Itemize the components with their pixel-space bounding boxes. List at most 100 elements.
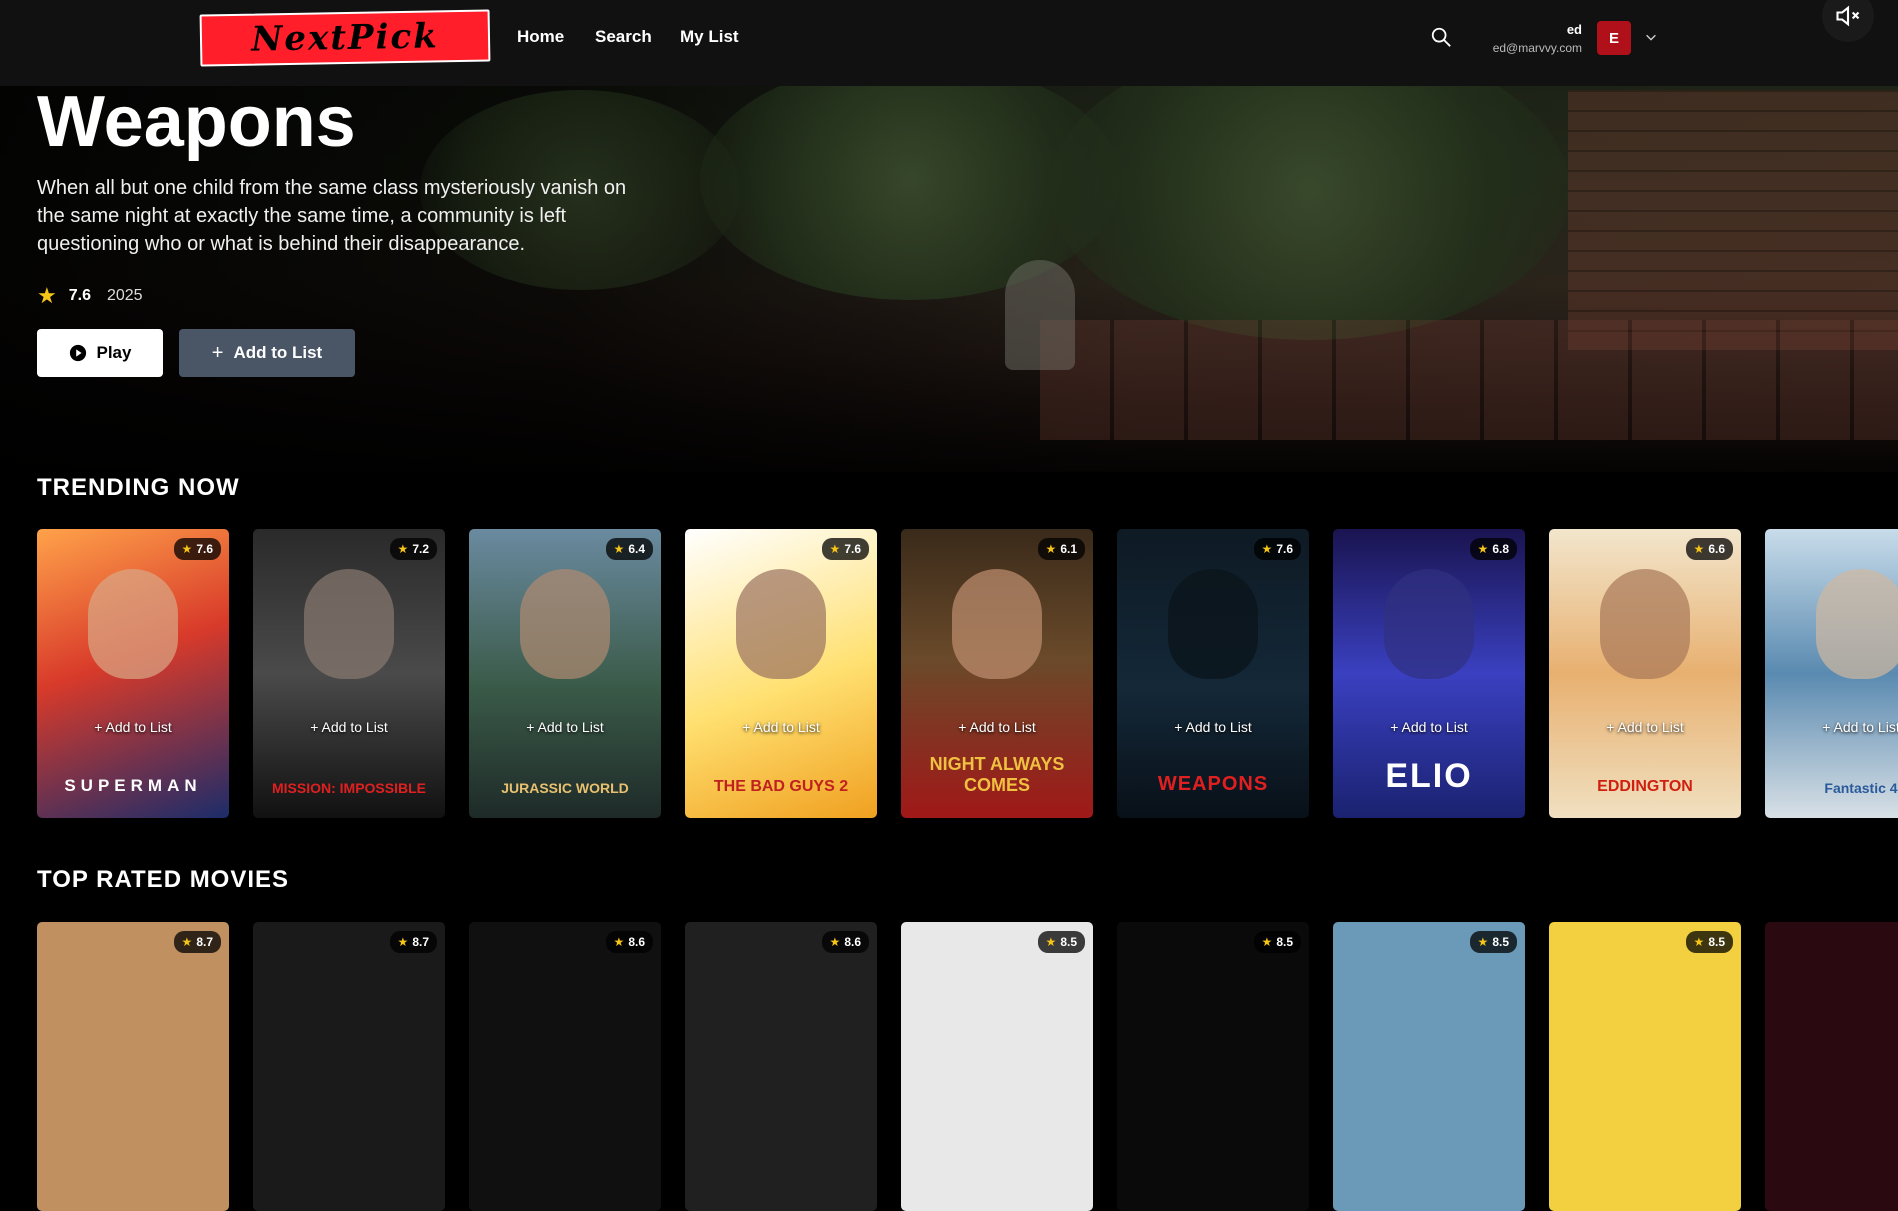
hero-rating: 7.6	[68, 287, 91, 304]
speaker-muted-icon	[1836, 5, 1860, 27]
rating-value: 8.6	[628, 935, 645, 949]
avatar[interactable]: E	[1597, 21, 1631, 55]
rating-value: 8.5	[1492, 935, 1509, 949]
play-label: Play	[96, 343, 132, 362]
star-icon: ★	[1261, 542, 1273, 556]
rating-badge: ★ 7.6	[173, 538, 221, 560]
poster-figure	[304, 569, 394, 679]
rating-badge: ★ 7.6	[821, 538, 869, 560]
rating-badge: ★ 8.5	[1253, 931, 1301, 953]
nav-home[interactable]: Home	[517, 27, 564, 47]
rating-badge: ★ 8.6	[821, 931, 869, 953]
top-rated-card[interactable]: ★ 8.6	[685, 922, 877, 1211]
top-rated-card[interactable]: ★ 8.5	[1333, 922, 1525, 1211]
movie-card[interactable]: NIGHT ALWAYS COMES + Add to List ★ 6.1	[901, 529, 1093, 818]
card-add-to-list[interactable]: + Add to List	[685, 719, 877, 735]
play-circle-icon	[69, 344, 86, 362]
top-rated-title: TOP RATED MOVIES	[37, 866, 290, 893]
star-icon: ★	[1693, 542, 1705, 556]
rating-badge: ★ 8.7	[173, 931, 221, 953]
rating-badge: ★ 8.5	[1685, 931, 1733, 953]
movie-card[interactable]: MISSION: IMPOSSIBLE + Add to List ★ 7.2	[253, 529, 445, 818]
hero-year: 2025	[106, 287, 143, 304]
nextpick-logo[interactable]: NextPick	[199, 9, 491, 67]
movie-card[interactable]: JURASSIC WORLD + Add to List ★ 6.4	[469, 529, 661, 818]
card-add-to-list[interactable]: + Add to List	[1765, 719, 1898, 735]
top-rated-card[interactable]: ★ 8.7	[253, 922, 445, 1211]
star-icon: ★	[613, 542, 625, 556]
card-add-to-list[interactable]: + Add to List	[469, 719, 661, 735]
rating-badge: ★ 6.1	[1037, 538, 1085, 560]
top-rated-card[interactable]: ★ 8.5	[901, 922, 1093, 1211]
top-rated-card[interactable]: ★ 8.5	[1549, 922, 1741, 1211]
hero-meta: ★ 7.6 2025	[37, 283, 143, 309]
movie-card[interactable]: EDDINGTON + Add to List ★ 6.6	[1549, 529, 1741, 818]
rating-badge: ★ 6.8	[1469, 538, 1517, 560]
star-icon: ★	[1477, 935, 1489, 949]
movie-poster	[901, 922, 1093, 1211]
trending-title: TRENDING NOW	[37, 474, 240, 501]
rating-value: 7.2	[412, 542, 429, 556]
rating-value: 7.6	[844, 542, 861, 556]
hero-title: Weapons	[37, 82, 356, 162]
rating-badge: ★ 8.5	[1037, 931, 1085, 953]
play-button[interactable]: Play	[37, 329, 163, 377]
poster-figure	[1168, 569, 1258, 679]
card-add-to-list[interactable]: + Add to List	[901, 719, 1093, 735]
chevron-down-icon[interactable]	[1644, 30, 1658, 44]
user-name: ed	[1566, 22, 1582, 37]
poster-title: ELIO	[1385, 757, 1473, 795]
rating-value: 7.6	[196, 542, 213, 556]
user-email: ed@marvvy.com	[1492, 41, 1582, 55]
search-icon[interactable]	[1430, 26, 1452, 48]
rating-value: 8.5	[1276, 935, 1293, 949]
rating-value: 6.6	[1708, 542, 1725, 556]
card-add-to-list[interactable]: + Add to List	[1117, 719, 1309, 735]
movie-card[interactable]: WEAPONS + Add to List ★ 7.6	[1117, 529, 1309, 818]
poster-title: WEAPONS	[1157, 773, 1269, 795]
star-icon: ★	[613, 935, 625, 949]
poster-title: NIGHT ALWAYS COMES	[929, 754, 1065, 795]
rating-value: 8.7	[412, 935, 429, 949]
poster-figure	[88, 569, 178, 679]
poster-title: MISSION: IMPOSSIBLE	[271, 780, 426, 796]
movie-poster	[685, 922, 877, 1211]
card-add-to-list[interactable]: + Add to List	[1549, 719, 1741, 735]
poster-title: Fantastic 4	[1824, 780, 1898, 796]
poster-title: JURASSIC WORLD	[501, 780, 629, 796]
poster-title: SUPERMAN	[64, 776, 202, 795]
card-add-to-list[interactable]: + Add to List	[1333, 719, 1525, 735]
movie-poster	[469, 922, 661, 1211]
rating-value: 8.7	[196, 935, 213, 949]
star-icon: ★	[829, 542, 841, 556]
poster-figure	[736, 569, 826, 679]
nav-my-list[interactable]: My List	[680, 27, 739, 47]
top-rated-card[interactable]: ★ 8.6	[469, 922, 661, 1211]
top-navbar: NextPick Home Search My List ed ed@marvv…	[0, 0, 1898, 86]
mute-button[interactable]	[1822, 0, 1874, 42]
top-rated-card[interactable]: ★ 8.5	[1117, 922, 1309, 1211]
rating-badge: ★ 6.6	[1685, 538, 1733, 560]
movie-poster	[253, 922, 445, 1211]
poster-figure	[520, 569, 610, 679]
card-add-to-list[interactable]: + Add to List	[37, 719, 229, 735]
rating-value: 6.8	[1492, 542, 1509, 556]
movie-card[interactable]: THE BAD GUYS 2 + Add to List ★ 7.6	[685, 529, 877, 818]
movie-card[interactable]: SUPERMAN + Add to List ★ 7.6	[37, 529, 229, 818]
top-rated-card[interactable]: ★ 8.7	[37, 922, 229, 1211]
card-add-to-list[interactable]: + Add to List	[253, 719, 445, 735]
poster-figure	[1384, 569, 1474, 679]
movie-poster	[1333, 922, 1525, 1211]
nav-search[interactable]: Search	[595, 27, 652, 47]
star-icon: ★	[1693, 935, 1705, 949]
rating-value: 8.5	[1060, 935, 1077, 949]
star-icon: ★	[181, 935, 193, 949]
movie-card[interactable]: ELIO + Add to List ★ 6.8	[1333, 529, 1525, 818]
top-rated-card[interactable]	[1765, 922, 1898, 1211]
movie-poster	[1117, 922, 1309, 1211]
movie-card[interactable]: Fantastic 4 + Add to List	[1765, 529, 1898, 818]
star-icon: ★	[829, 935, 841, 949]
rating-badge: ★ 8.6	[605, 931, 653, 953]
add-to-list-button[interactable]: + Add to List	[179, 329, 355, 377]
star-icon: ★	[1045, 935, 1057, 949]
